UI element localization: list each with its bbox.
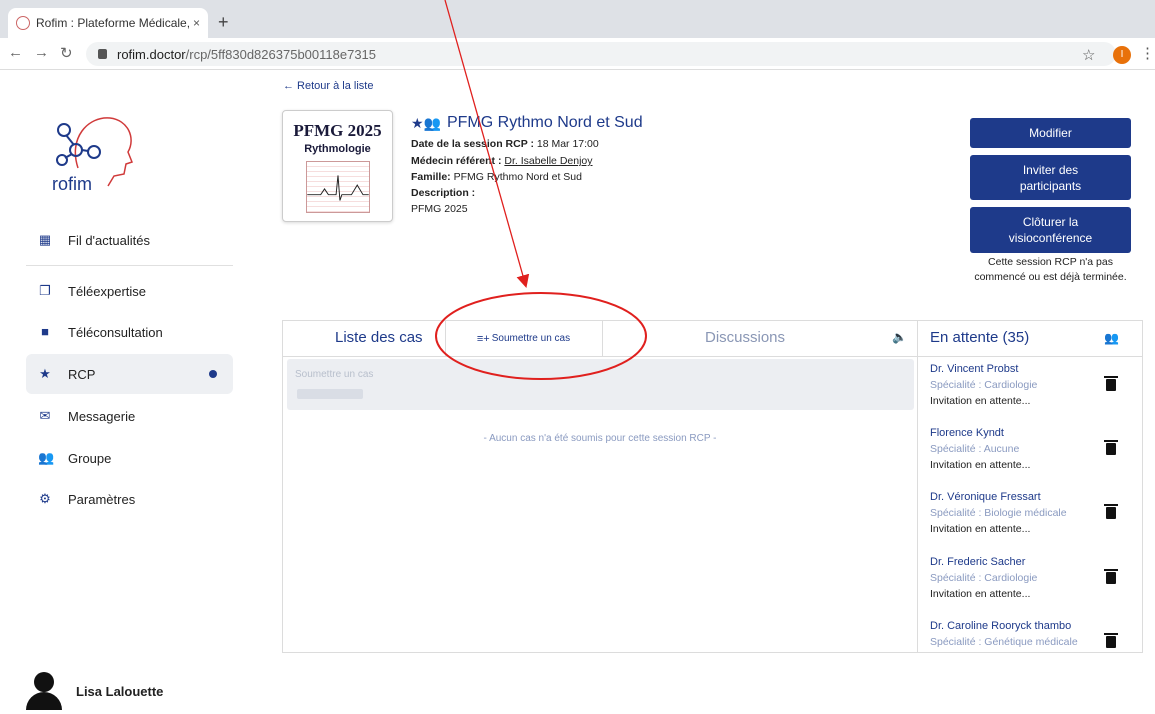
sidebar-item-label: Téléconsultation bbox=[68, 324, 163, 340]
favicon-icon bbox=[16, 16, 30, 30]
invite-participants-button[interactable]: Inviter des participants bbox=[970, 155, 1131, 200]
trash-icon[interactable] bbox=[1104, 504, 1118, 519]
browser-tab-bar: Rofim : Plateforme Médicale, T × + bbox=[0, 0, 1155, 38]
rcp-title-text: PFMG Rythmo Nord et Sud bbox=[446, 114, 643, 131]
session-date: Date de la session RCP : 18 Mar 17:00 bbox=[411, 138, 599, 150]
list-item: Dr. Véronique Fressart Spécialité : Biol… bbox=[930, 489, 1130, 537]
sidebar-item-teleconsultation[interactable]: ■ Téléconsultation bbox=[26, 312, 233, 352]
grid-icon: ▦ bbox=[38, 232, 52, 247]
referent: Médecin référent : Dr. Isabelle Denjoy bbox=[411, 155, 593, 167]
logo-text: rofim bbox=[52, 174, 92, 194]
back-to-list-link[interactable]: ← Retour à la liste bbox=[283, 80, 373, 92]
submit-case-placeholder: Soumettre un cas bbox=[295, 369, 374, 380]
sidebar-item-label: Messagerie bbox=[68, 408, 136, 424]
referent-link[interactable]: Dr. Isabelle Denjoy bbox=[504, 155, 592, 167]
back-arrow-icon[interactable]: ← bbox=[8, 44, 23, 61]
submit-case-skeleton bbox=[297, 389, 363, 399]
list-item: Dr. Caroline Rooryck thambo Spécialité :… bbox=[930, 618, 1130, 650]
submit-case-label: Soumettre un cas bbox=[491, 333, 571, 344]
ecg-trace-icon bbox=[305, 161, 370, 213]
tab-discussions-label: Discussions bbox=[705, 329, 786, 346]
list-item: Florence Kyndt Spécialité : Aucune Invit… bbox=[930, 425, 1130, 473]
sidebar-item-parametres[interactable]: ⚙ Paramètres bbox=[26, 479, 233, 519]
tab-case-list[interactable]: Liste des cas ≡+ Soumettre un cas bbox=[283, 321, 603, 356]
sidebar-item-teleexpertise[interactable]: ❐ Téléexpertise bbox=[26, 271, 233, 311]
list-item: Dr. Vincent Probst Spécialité : Cardiolo… bbox=[930, 361, 1130, 409]
group-icon: 👥 bbox=[38, 450, 55, 465]
cover-subtitle: Rythmologie bbox=[304, 143, 371, 155]
description-label: Description : bbox=[411, 187, 476, 199]
sidebar-item-messagerie[interactable]: ✉ Messagerie bbox=[26, 396, 233, 436]
profile-avatar[interactable]: I bbox=[1113, 46, 1131, 64]
volume-icon[interactable]: 🔈 bbox=[892, 330, 907, 344]
notification-dot bbox=[209, 370, 217, 378]
sidebar-divider bbox=[26, 265, 233, 266]
browser-menu-icon[interactable]: ⋮ bbox=[1140, 44, 1155, 62]
new-tab-button[interactable]: + bbox=[218, 12, 229, 33]
sidebar-item-fil-actualites[interactable]: ▦ Fil d'actualités bbox=[26, 220, 233, 260]
video-icon: ■ bbox=[41, 324, 49, 339]
url-host: rofim.doctor bbox=[117, 46, 186, 62]
sidebar-item-rcp[interactable]: ★ RCP bbox=[26, 354, 233, 394]
trash-icon[interactable] bbox=[1104, 440, 1118, 455]
modify-button[interactable]: Modifier bbox=[970, 118, 1131, 148]
trash-icon[interactable] bbox=[1104, 569, 1118, 584]
submit-case-button[interactable]: ≡+ Soumettre un cas bbox=[445, 321, 601, 356]
empty-cases-message: - Aucun cas n'a été soumis pour cette se… bbox=[483, 433, 717, 444]
sidebar-item-label: Fil d'actualités bbox=[68, 232, 150, 248]
trash-icon[interactable] bbox=[1104, 376, 1118, 391]
star-icon: ★ bbox=[39, 366, 51, 381]
address-bar: ← → ↻ rofim.doctor/rcp/5ff830d826375b001… bbox=[0, 38, 1155, 70]
list-item: Dr. Frederic Sacher Spécialité : Cardiol… bbox=[930, 554, 1130, 602]
description-value: PFMG 2025 bbox=[411, 203, 468, 215]
sidebar-item-label: RCP bbox=[68, 366, 96, 382]
trash-icon[interactable] bbox=[1104, 633, 1118, 648]
tab-discussions[interactable]: Discussions 🔈 bbox=[603, 321, 917, 356]
waiting-list: En attente (35) 👥 Dr. Vincent Probst Spé… bbox=[918, 320, 1143, 653]
submit-case-input[interactable]: Soumettre un cas bbox=[287, 359, 914, 410]
reload-icon[interactable]: ↻ bbox=[60, 44, 73, 62]
url-field[interactable]: rofim.doctor/rcp/5ff830d826375b00118e731… bbox=[86, 42, 1116, 66]
group-icon[interactable]: 👥 bbox=[1104, 331, 1119, 345]
gear-icon: ⚙ bbox=[39, 491, 51, 506]
playlist-add-icon: ≡+ bbox=[476, 332, 490, 345]
rcp-title: ★👥 PFMG Rythmo Nord et Sud bbox=[411, 114, 643, 132]
copy-icon: ❐ bbox=[39, 283, 51, 298]
user-name: Lisa Lalouette bbox=[76, 683, 164, 699]
waiting-header: En attente (35) 👥 bbox=[918, 321, 1142, 357]
sidebar-item-groupe[interactable]: 👥 Groupe bbox=[26, 438, 233, 478]
bookmark-star-icon[interactable]: ☆ bbox=[1082, 46, 1095, 64]
rcp-cover-image: PFMG 2025 Rythmologie bbox=[282, 110, 393, 222]
cases-panel: Liste des cas ≡+ Soumettre un cas Discus… bbox=[282, 320, 918, 653]
session-status-note: Cette session RCP n'a pas commencé ou es… bbox=[974, 256, 1127, 283]
avatar bbox=[26, 672, 62, 710]
family: Famille: PFMG Rythmo Nord et Sud bbox=[411, 171, 582, 183]
lock-icon bbox=[98, 49, 107, 59]
sidebar-item-label: Groupe bbox=[68, 450, 112, 466]
close-tab-icon[interactable]: × bbox=[193, 16, 200, 30]
mail-icon: ✉ bbox=[39, 408, 51, 423]
browser-tab[interactable]: Rofim : Plateforme Médicale, T × bbox=[8, 8, 208, 38]
panel-tabs: Liste des cas ≡+ Soumettre un cas Discus… bbox=[283, 321, 917, 357]
sidebar-item-label: Paramètres bbox=[68, 491, 136, 507]
star-group-icon: ★👥 bbox=[411, 114, 441, 131]
url-path: /rcp/5ff830d826375b00118e7315 bbox=[185, 46, 377, 62]
waiting-title: En attente (35) bbox=[930, 329, 1030, 346]
forward-arrow-icon[interactable]: → bbox=[34, 44, 49, 61]
sidebar-item-label: Téléexpertise bbox=[68, 283, 147, 299]
close-videoconference-button[interactable]: Clôturer la visioconférence bbox=[970, 207, 1131, 253]
tab-case-list-label: Liste des cas bbox=[335, 329, 423, 346]
user-profile[interactable]: Lisa Lalouette bbox=[26, 672, 163, 710]
browser-tab-title: Rofim : Plateforme Médicale, T bbox=[36, 16, 189, 30]
cover-title: PFMG 2025 bbox=[293, 121, 382, 140]
